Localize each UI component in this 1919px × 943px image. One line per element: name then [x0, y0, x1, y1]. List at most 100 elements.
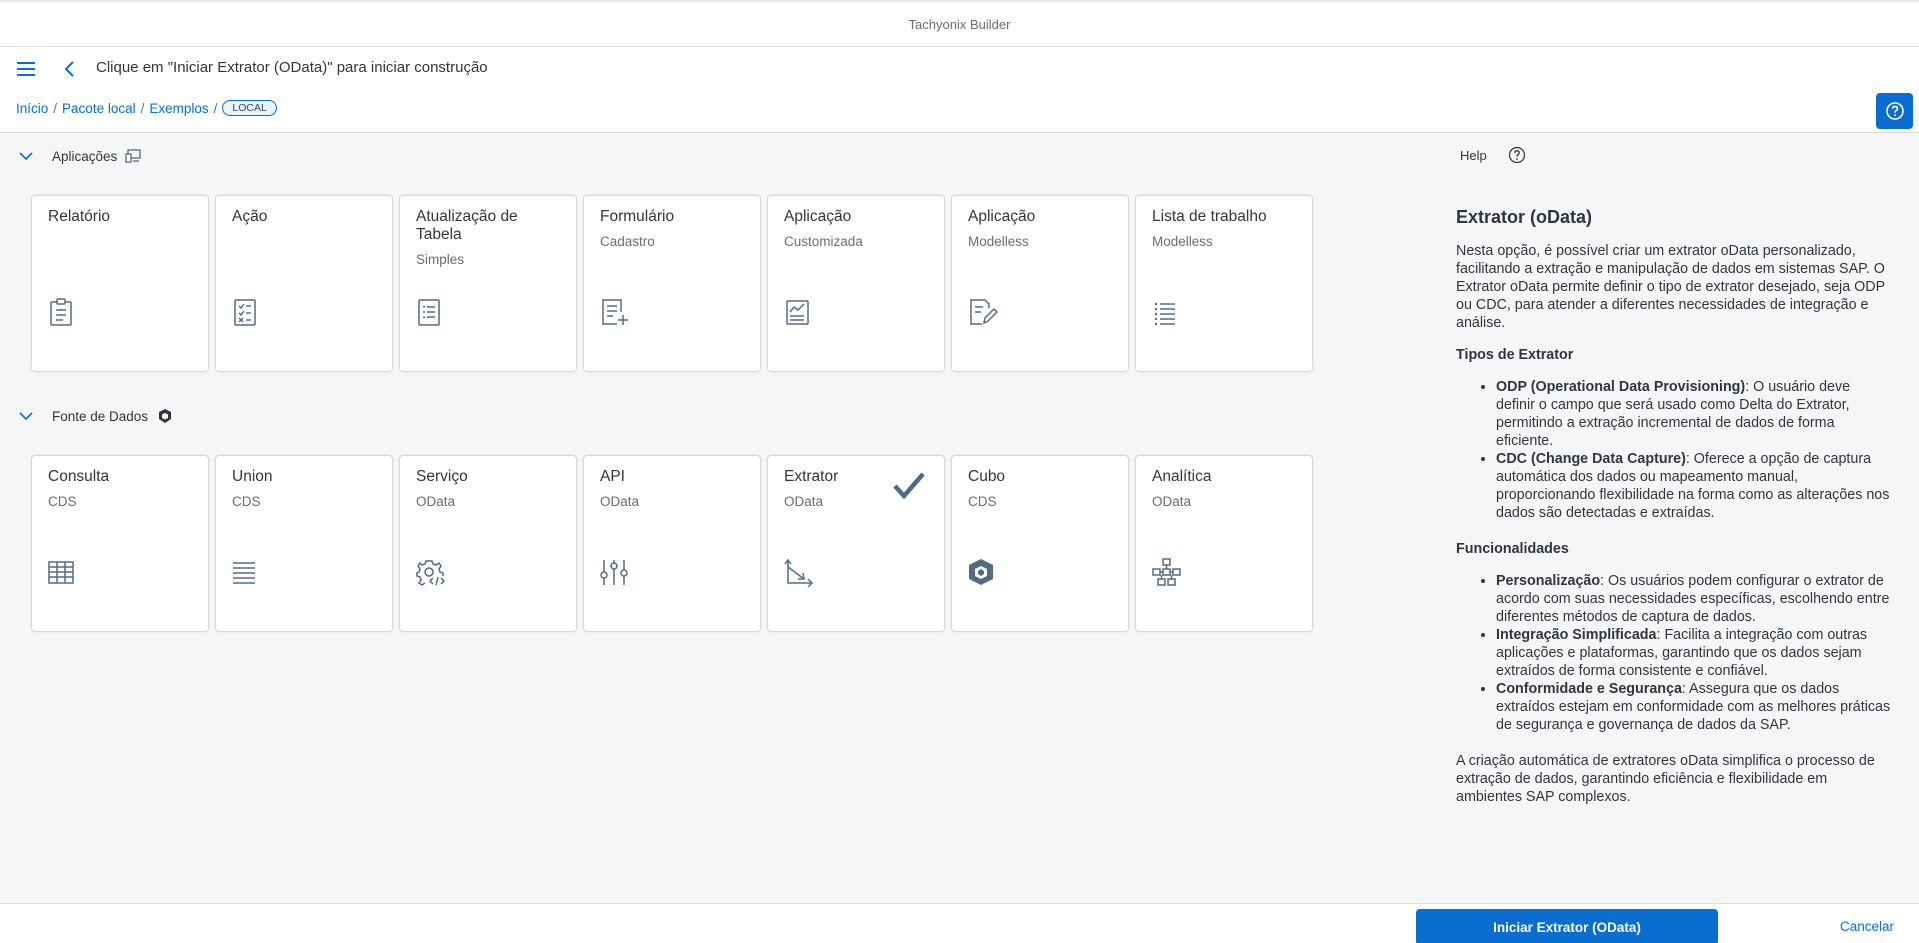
help-content: Extrator (oData) Nesta opção, é possível…: [1456, 206, 1891, 806]
network-icon: [1152, 558, 1181, 586]
help-intro: Nesta opção, é possível criar um extrato…: [1456, 243, 1885, 331]
devices-icon: [125, 149, 141, 163]
list-item-term: ODP (Operational Data Provisioning): [1496, 379, 1746, 395]
help-title: Extrator (oData): [1456, 207, 1593, 227]
tile-title: Formulário: [600, 208, 675, 225]
breadcrumb-link-pacote-local[interactable]: Pacote local: [62, 101, 136, 116]
tile-title: Aplicação: [968, 208, 1036, 225]
bullet-list-icon: [1154, 302, 1175, 326]
hamburger-menu-icon[interactable]: [16, 59, 36, 79]
breadcrumb-separator: /: [213, 100, 218, 116]
breadcrumb-separator: /: [53, 100, 58, 116]
list-item-term: Conformidade e Segurança: [1496, 681, 1682, 697]
cancel-button[interactable]: Cancelar: [1840, 919, 1894, 934]
app-title: Tachyonix Builder: [908, 17, 1011, 32]
help-toggle-button[interactable]: [1876, 93, 1913, 129]
help-features-list: Personalização: Os usuários podem config…: [1496, 572, 1891, 734]
breadcrumb: Início / Pacote local / Exemplos / LOCAL: [16, 100, 277, 116]
page-header: Clique em "Iniciar Extrator (OData)" par…: [0, 47, 1919, 133]
list-item: ODP (Operational Data Provisioning): O u…: [1496, 378, 1891, 450]
help-conclusion: A criação automática de extratores oData…: [1456, 753, 1875, 805]
tile-formulario[interactable]: Formulário Cadastro: [583, 195, 761, 372]
cube-icon: [159, 409, 172, 423]
tile-cubo[interactable]: Cubo CDS: [951, 455, 1129, 632]
tile-subtitle: Modelless: [968, 234, 1029, 249]
form-add-icon: [602, 299, 628, 325]
tile-title: Analítica: [1152, 468, 1212, 485]
tile-subtitle: OData: [784, 494, 824, 509]
question-circle-icon: [1885, 102, 1904, 120]
edit-document-icon: [970, 299, 998, 325]
tile-analitica[interactable]: Analítica OData: [1135, 455, 1313, 632]
tile-title: Aplicação: [784, 208, 852, 225]
breadcrumb-link-exemplos[interactable]: Exemplos: [149, 101, 208, 116]
axis-arrow-icon: [784, 558, 814, 587]
tile-subtitle: CDS: [48, 494, 77, 509]
tile-subtitle: Simples: [416, 252, 465, 267]
tile-title: Relatório: [48, 208, 111, 225]
back-arrow-icon[interactable]: [62, 59, 78, 79]
table-grid-icon: [48, 561, 74, 584]
tile-subtitle: Cadastro: [600, 234, 655, 249]
section-label: Fonte de Dados: [52, 408, 149, 424]
document-list-icon: [418, 299, 440, 326]
breadcrumb-link-inicio[interactable]: Início: [16, 101, 48, 116]
tile-lista-trabalho[interactable]: Lista de trabalho Modelless: [1135, 195, 1313, 372]
tile-atualizacao-tabela[interactable]: Atualização de Tabela Simples: [399, 195, 577, 372]
tile-api[interactable]: API OData: [583, 455, 761, 632]
tile-subtitle: Customizada: [784, 234, 863, 249]
lines-icon: [233, 562, 255, 584]
help-types-list: ODP (Operational Data Provisioning): O u…: [1496, 378, 1891, 522]
shell-bar: Tachyonix Builder: [0, 0, 1919, 47]
list-item-term: CDC (Change Data Capture): [1496, 451, 1686, 467]
tile-extrator[interactable]: Extrator OData: [767, 455, 945, 632]
tile-title: Union: [232, 468, 273, 485]
gear-code-icon: [416, 560, 446, 586]
list-item: Personalização: Os usuários podem config…: [1496, 572, 1891, 626]
tile-title: Atualização de Tabela: [416, 208, 518, 243]
cube-icon: [969, 559, 993, 585]
checkmark-icon: [893, 472, 925, 500]
list-item: Conformidade e Segurança: Assegura que o…: [1496, 680, 1891, 734]
section-header-fonte-de-dados: Fonte de Dados: [18, 408, 174, 424]
question-circle-icon[interactable]: [1508, 146, 1526, 164]
list-item: Integração Simplificada: Facilita a inte…: [1496, 626, 1891, 680]
breadcrumb-separator: /: [140, 100, 145, 116]
list-item: CDC (Change Data Capture): Oferece a opç…: [1496, 450, 1891, 522]
tile-aplicacao-modelless[interactable]: Aplicação Modelless: [951, 195, 1129, 372]
help-types-heading: Tipos de Extrator: [1456, 347, 1574, 363]
help-panel-label: Help: [1460, 148, 1487, 163]
tile-acao[interactable]: Ação: [215, 195, 393, 372]
list-item-term: Integração Simplificada: [1496, 627, 1657, 643]
start-extractor-button[interactable]: Iniciar Extrator (OData): [1416, 909, 1718, 943]
chevron-down-icon[interactable]: [18, 148, 34, 164]
section-label: Aplicações: [52, 148, 118, 164]
tile-relatorio[interactable]: Relatório: [31, 195, 209, 372]
tile-title: Serviço: [416, 468, 468, 485]
tile-aplicacao-customizada[interactable]: Aplicação Customizada: [767, 195, 945, 372]
help-features-heading: Funcionalidades: [1456, 541, 1569, 557]
checklist-icon: [234, 299, 256, 326]
tile-title: API: [600, 468, 625, 485]
tile-title: Cubo: [968, 468, 1006, 485]
tile-subtitle: OData: [600, 494, 640, 509]
tile-title: Ação: [232, 208, 268, 225]
clipboard-icon: [50, 298, 72, 326]
package-badge: LOCAL: [222, 100, 277, 116]
tile-title: Lista de trabalho: [1152, 208, 1267, 225]
page-title: Clique em "Iniciar Extrator (OData)" par…: [96, 59, 488, 76]
help-panel: Help Extrator (oData) Nesta opção, é pos…: [1430, 133, 1919, 903]
tile-union[interactable]: Union CDS: [215, 455, 393, 632]
chevron-down-icon[interactable]: [18, 408, 34, 424]
tile-consulta[interactable]: Consulta CDS: [31, 455, 209, 632]
tile-subtitle: CDS: [968, 494, 997, 509]
tile-servico[interactable]: Serviço OData: [399, 455, 577, 632]
tile-subtitle: CDS: [232, 494, 261, 509]
sliders-icon: [600, 560, 628, 585]
section-header-aplicacoes: Aplicações: [18, 148, 143, 164]
tile-subtitle: OData: [416, 494, 456, 509]
tile-title: Consulta: [48, 468, 110, 485]
chart-document-icon: [786, 300, 809, 325]
tile-subtitle: Modelless: [1152, 234, 1213, 249]
tile-subtitle: OData: [1152, 494, 1192, 509]
